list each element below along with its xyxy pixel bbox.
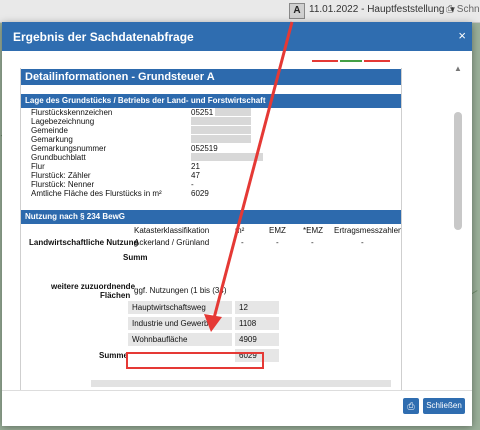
- arrow-head: [204, 314, 222, 332]
- annotation-arrow: [204, 21, 294, 332]
- arrow-line: [211, 21, 294, 323]
